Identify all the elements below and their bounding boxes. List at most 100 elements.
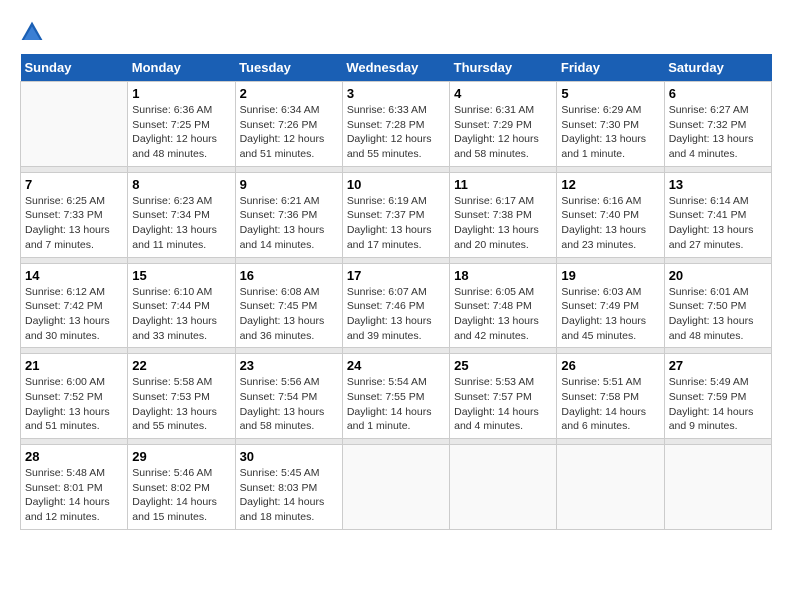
day-number: 16	[240, 268, 338, 283]
day-number: 10	[347, 177, 445, 192]
calendar-table: SundayMondayTuesdayWednesdayThursdayFrid…	[20, 54, 772, 530]
weekday-header-saturday: Saturday	[664, 54, 771, 82]
day-number: 29	[132, 449, 230, 464]
day-number: 30	[240, 449, 338, 464]
day-number: 3	[347, 86, 445, 101]
calendar-cell: 24Sunrise: 5:54 AMSunset: 7:55 PMDayligh…	[342, 354, 449, 439]
calendar-cell	[664, 445, 771, 530]
cell-info: Sunrise: 6:19 AMSunset: 7:37 PMDaylight:…	[347, 194, 445, 253]
calendar-cell: 10 Sunrise: 6:19 AMSunset: 7:37 PMDayligh…	[342, 172, 449, 257]
calendar-cell: 3 Sunrise: 6:33 AMSunset: 7:28 PMDaylight…	[342, 82, 449, 167]
calendar-cell: 22Sunrise: 5:58 AMSunset: 7:53 PMDayligh…	[128, 354, 235, 439]
weekday-header-wednesday: Wednesday	[342, 54, 449, 82]
calendar-cell: 15 Sunrise: 6:10 AMSunset: 7:44 PMDayligh…	[128, 263, 235, 348]
calendar-cell: 12 Sunrise: 6:16 AMSunset: 7:40 PMDayligh…	[557, 172, 664, 257]
calendar-cell: 20 Sunrise: 6:01 AMSunset: 7:50 PMDayligh…	[664, 263, 771, 348]
week-row-5: 28Sunrise: 5:48 AMSunset: 8:01 PMDayligh…	[21, 445, 772, 530]
calendar-cell: 18 Sunrise: 6:05 AMSunset: 7:48 PMDayligh…	[450, 263, 557, 348]
day-number: 25	[454, 358, 552, 373]
calendar-cell: 26 Sunrise: 5:51 AMSunset: 7:58 PMDayligh…	[557, 354, 664, 439]
day-number: 18	[454, 268, 552, 283]
calendar-cell: 11 Sunrise: 6:17 AMSunset: 7:38 PMDayligh…	[450, 172, 557, 257]
cell-info: Sunrise: 6:03 AMSunset: 7:49 PMDaylight:…	[561, 285, 659, 344]
day-number: 26	[561, 358, 659, 373]
calendar-cell: 14 Sunrise: 6:12 AMSunset: 7:42 PMDayligh…	[21, 263, 128, 348]
cell-info: Sunrise: 6:05 AMSunset: 7:48 PMDaylight:…	[454, 285, 552, 344]
calendar-cell: 23 Sunrise: 5:56 AMSunset: 7:54 PMDayligh…	[235, 354, 342, 439]
day-number: 6	[669, 86, 767, 101]
calendar-cell: 4 Sunrise: 6:31 AMSunset: 7:29 PMDaylight…	[450, 82, 557, 167]
day-number: 13	[669, 177, 767, 192]
calendar-cell: 5 Sunrise: 6:29 AMSunset: 7:30 PMDaylight…	[557, 82, 664, 167]
weekday-header-row: SundayMondayTuesdayWednesdayThursdayFrid…	[21, 54, 772, 82]
calendar-cell: 27Sunrise: 5:49 AMSunset: 7:59 PMDayligh…	[664, 354, 771, 439]
cell-info: Sunrise: 6:07 AMSunset: 7:46 PMDaylight:…	[347, 285, 445, 344]
cell-info: Sunrise: 5:51 AMSunset: 7:58 PMDaylight:…	[561, 375, 659, 434]
logo-icon	[20, 20, 44, 44]
cell-info: Sunrise: 5:54 AMSunset: 7:55 PMDaylight:…	[347, 375, 445, 434]
weekday-header-thursday: Thursday	[450, 54, 557, 82]
cell-info: Sunrise: 6:01 AMSunset: 7:50 PMDaylight:…	[669, 285, 767, 344]
weekday-header-friday: Friday	[557, 54, 664, 82]
day-number: 23	[240, 358, 338, 373]
cell-info: Sunrise: 5:53 AMSunset: 7:57 PMDaylight:…	[454, 375, 552, 434]
day-number: 2	[240, 86, 338, 101]
day-number: 9	[240, 177, 338, 192]
week-row-3: 14 Sunrise: 6:12 AMSunset: 7:42 PMDayligh…	[21, 263, 772, 348]
calendar-cell: 30 Sunrise: 5:45 AMSunset: 8:03 PMDayligh…	[235, 445, 342, 530]
cell-info: Sunrise: 6:31 AMSunset: 7:29 PMDaylight:…	[454, 103, 552, 162]
cell-info: Sunrise: 6:21 AMSunset: 7:36 PMDaylight:…	[240, 194, 338, 253]
day-number: 12	[561, 177, 659, 192]
week-row-1: 1Sunrise: 6:36 AMSunset: 7:25 PMDaylight…	[21, 82, 772, 167]
week-row-4: 21Sunrise: 6:00 AMSunset: 7:52 PMDayligh…	[21, 354, 772, 439]
calendar-cell: 29 Sunrise: 5:46 AMSunset: 8:02 PMDayligh…	[128, 445, 235, 530]
day-number: 28	[25, 449, 123, 464]
cell-info: Sunrise: 6:34 AMSunset: 7:26 PMDaylight:…	[240, 103, 338, 162]
calendar-cell: 16Sunrise: 6:08 AMSunset: 7:45 PMDayligh…	[235, 263, 342, 348]
week-row-2: 7Sunrise: 6:25 AMSunset: 7:33 PMDaylight…	[21, 172, 772, 257]
cell-info: Sunrise: 5:45 AMSunset: 8:03 PMDaylight:…	[240, 466, 338, 525]
cell-info: Sunrise: 5:56 AMSunset: 7:54 PMDaylight:…	[240, 375, 338, 434]
calendar-cell: 7Sunrise: 6:25 AMSunset: 7:33 PMDaylight…	[21, 172, 128, 257]
calendar-cell: 19 Sunrise: 6:03 AMSunset: 7:49 PMDayligh…	[557, 263, 664, 348]
calendar-cell: 28Sunrise: 5:48 AMSunset: 8:01 PMDayligh…	[21, 445, 128, 530]
cell-info: Sunrise: 6:27 AMSunset: 7:32 PMDaylight:…	[669, 103, 767, 162]
calendar-cell: 1Sunrise: 6:36 AMSunset: 7:25 PMDaylight…	[128, 82, 235, 167]
day-number: 22	[132, 358, 230, 373]
cell-info: Sunrise: 6:23 AMSunset: 7:34 PMDaylight:…	[132, 194, 230, 253]
cell-info: Sunrise: 6:36 AMSunset: 7:25 PMDaylight:…	[132, 103, 230, 162]
calendar-cell: 25 Sunrise: 5:53 AMSunset: 7:57 PMDayligh…	[450, 354, 557, 439]
day-number: 5	[561, 86, 659, 101]
calendar-cell: 8 Sunrise: 6:23 AMSunset: 7:34 PMDaylight…	[128, 172, 235, 257]
calendar-cell: 13Sunrise: 6:14 AMSunset: 7:41 PMDayligh…	[664, 172, 771, 257]
cell-info: Sunrise: 5:49 AMSunset: 7:59 PMDaylight:…	[669, 375, 767, 434]
cell-info: Sunrise: 6:17 AMSunset: 7:38 PMDaylight:…	[454, 194, 552, 253]
cell-info: Sunrise: 5:46 AMSunset: 8:02 PMDaylight:…	[132, 466, 230, 525]
cell-info: Sunrise: 6:00 AMSunset: 7:52 PMDaylight:…	[25, 375, 123, 434]
cell-info: Sunrise: 6:12 AMSunset: 7:42 PMDaylight:…	[25, 285, 123, 344]
day-number: 4	[454, 86, 552, 101]
calendar-cell: 21Sunrise: 6:00 AMSunset: 7:52 PMDayligh…	[21, 354, 128, 439]
day-number: 20	[669, 268, 767, 283]
weekday-header-sunday: Sunday	[21, 54, 128, 82]
calendar-cell	[21, 82, 128, 167]
cell-info: Sunrise: 6:10 AMSunset: 7:44 PMDaylight:…	[132, 285, 230, 344]
day-number: 15	[132, 268, 230, 283]
cell-info: Sunrise: 6:29 AMSunset: 7:30 PMDaylight:…	[561, 103, 659, 162]
day-number: 8	[132, 177, 230, 192]
calendar-cell: 17Sunrise: 6:07 AMSunset: 7:46 PMDayligh…	[342, 263, 449, 348]
day-number: 11	[454, 177, 552, 192]
day-number: 14	[25, 268, 123, 283]
weekday-header-tuesday: Tuesday	[235, 54, 342, 82]
day-number: 19	[561, 268, 659, 283]
calendar-cell	[557, 445, 664, 530]
calendar-cell	[450, 445, 557, 530]
day-number: 7	[25, 177, 123, 192]
calendar-cell	[342, 445, 449, 530]
page-header	[20, 20, 772, 44]
cell-info: Sunrise: 6:33 AMSunset: 7:28 PMDaylight:…	[347, 103, 445, 162]
calendar-cell: 2 Sunrise: 6:34 AMSunset: 7:26 PMDaylight…	[235, 82, 342, 167]
weekday-header-monday: Monday	[128, 54, 235, 82]
cell-info: Sunrise: 6:16 AMSunset: 7:40 PMDaylight:…	[561, 194, 659, 253]
calendar-cell: 9 Sunrise: 6:21 AMSunset: 7:36 PMDaylight…	[235, 172, 342, 257]
